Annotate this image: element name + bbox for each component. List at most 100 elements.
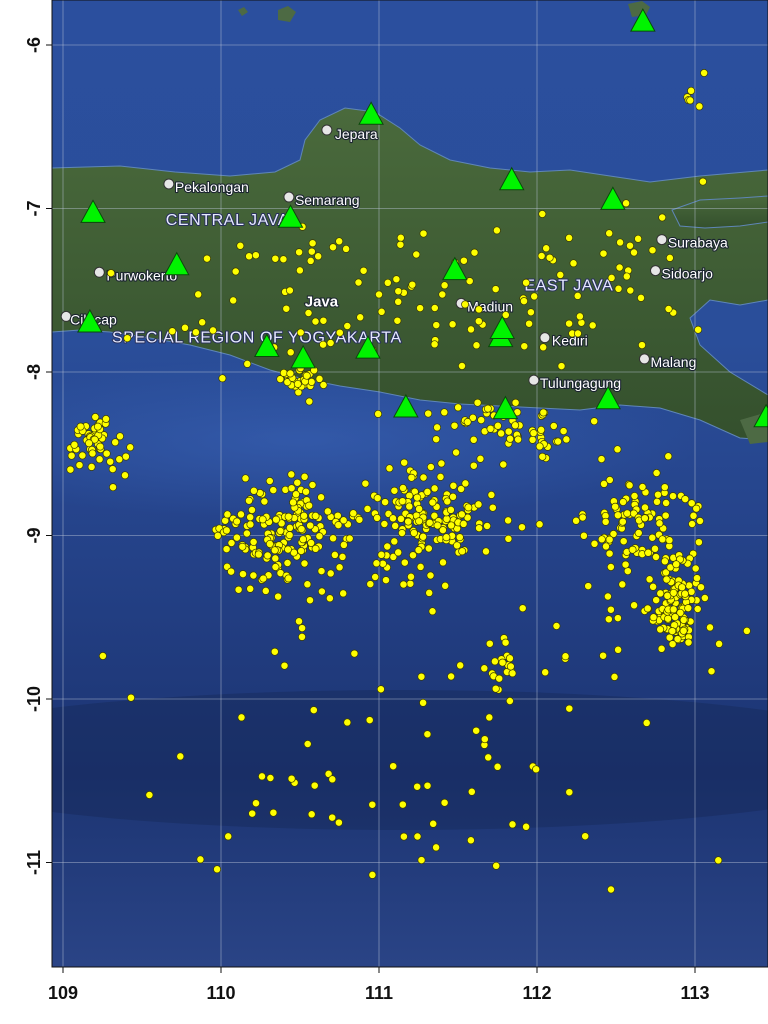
earthquake-point xyxy=(227,539,236,547)
earthquake-point xyxy=(407,572,415,581)
earthquake-point xyxy=(252,799,260,808)
earthquake-point xyxy=(662,499,671,507)
earthquake-point xyxy=(453,541,461,550)
earthquake-point xyxy=(302,487,310,496)
earthquake-point xyxy=(343,322,352,330)
earthquake-point xyxy=(286,369,295,378)
earthquake-point xyxy=(559,427,568,436)
earthquake-point xyxy=(127,693,135,702)
earthquake-point xyxy=(440,281,449,290)
earthquake-point xyxy=(258,772,266,781)
earthquake-point xyxy=(654,490,662,499)
earthquake-point xyxy=(227,567,236,576)
earthquake-point xyxy=(457,510,466,519)
earthquake-point xyxy=(85,439,93,448)
earthquake-point xyxy=(232,533,241,542)
earthquake-point xyxy=(441,581,450,590)
earthquake-point xyxy=(276,527,285,535)
earthquake-point xyxy=(376,685,385,694)
earthquake-point xyxy=(473,398,482,407)
earthquake-point xyxy=(469,435,478,444)
earthquake-point xyxy=(258,515,267,524)
earthquake-point xyxy=(284,512,293,521)
earthquake-point xyxy=(396,233,405,242)
earthquake-point xyxy=(565,233,574,242)
earthquake-point xyxy=(237,510,245,519)
earthquake-point xyxy=(295,617,303,626)
earthquake-point xyxy=(96,442,105,451)
earthquake-point xyxy=(236,241,245,250)
earthquake-point xyxy=(307,810,316,819)
earthquake-point xyxy=(619,498,628,506)
earthquake-point xyxy=(491,684,500,693)
earthquake-point xyxy=(470,248,479,257)
earthquake-point xyxy=(248,809,257,818)
earthquake-point xyxy=(287,484,296,493)
earthquake-point xyxy=(123,334,132,343)
earthquake-point xyxy=(461,479,470,488)
earthquake-point xyxy=(482,547,490,556)
earthquake-point xyxy=(506,662,515,671)
earthquake-point xyxy=(693,605,702,613)
earthquake-point xyxy=(492,226,501,235)
earthquake-point xyxy=(619,537,628,546)
earthquake-point xyxy=(328,775,337,784)
earthquake-point xyxy=(605,549,614,558)
earthquake-point xyxy=(618,517,627,526)
earthquake-point xyxy=(578,513,587,522)
earthquake-point xyxy=(518,523,526,532)
earthquake-point xyxy=(326,339,335,347)
earthquake-point xyxy=(443,497,452,506)
earthquake-point xyxy=(626,241,634,250)
earthquake-point xyxy=(424,409,433,418)
earthquake-point xyxy=(356,313,365,322)
earthquake-point xyxy=(295,266,304,275)
earthquake-point xyxy=(561,652,570,661)
earthquake-point xyxy=(449,481,458,490)
earthquake-point xyxy=(237,713,246,722)
earthquake-point xyxy=(400,558,409,567)
earthquake-point xyxy=(474,305,483,314)
earthquake-point xyxy=(446,505,455,514)
earthquake-point xyxy=(350,649,359,658)
earthquake-point xyxy=(428,607,437,616)
earthquake-point xyxy=(245,496,253,505)
earthquake-point xyxy=(272,515,281,524)
earthquake-point xyxy=(305,397,314,406)
earthquake-point xyxy=(697,583,705,592)
earthquake-point xyxy=(410,528,418,537)
earthquake-point xyxy=(477,416,486,425)
earthquake-point xyxy=(335,237,344,246)
earthquake-point xyxy=(597,455,606,464)
earthquake-point xyxy=(298,624,307,633)
earthquake-point xyxy=(317,493,326,502)
earthquake-point xyxy=(601,517,610,526)
earthquake-point xyxy=(304,309,313,317)
city-label: Jepara xyxy=(335,126,378,142)
earthquake-point xyxy=(116,432,124,441)
earthquake-point xyxy=(306,596,314,605)
earthquake-point xyxy=(700,594,709,602)
earthquake-point xyxy=(423,730,432,739)
earthquake-point xyxy=(525,319,534,328)
earthquake-point xyxy=(343,718,352,727)
earthquake-point xyxy=(485,713,494,722)
y-tick-label: -11 xyxy=(24,850,44,875)
earthquake-point xyxy=(306,256,315,265)
earthquake-point xyxy=(504,516,513,525)
earthquake-point xyxy=(222,545,231,554)
earthquake-point xyxy=(93,422,102,431)
earthquake-point xyxy=(501,638,510,647)
earthquake-point xyxy=(497,429,506,438)
earthquake-point xyxy=(248,506,256,514)
earthquake-point xyxy=(504,427,513,436)
earthquake-point xyxy=(102,415,110,423)
city-label: Malang xyxy=(650,354,696,370)
earthquake-point xyxy=(213,531,222,540)
earthquake-point xyxy=(694,538,703,547)
earthquake-point xyxy=(455,533,464,542)
earthquake-point xyxy=(366,580,375,589)
earthquake-point xyxy=(607,273,616,282)
earthquake-point xyxy=(613,445,622,454)
earthquake-point xyxy=(597,535,606,544)
